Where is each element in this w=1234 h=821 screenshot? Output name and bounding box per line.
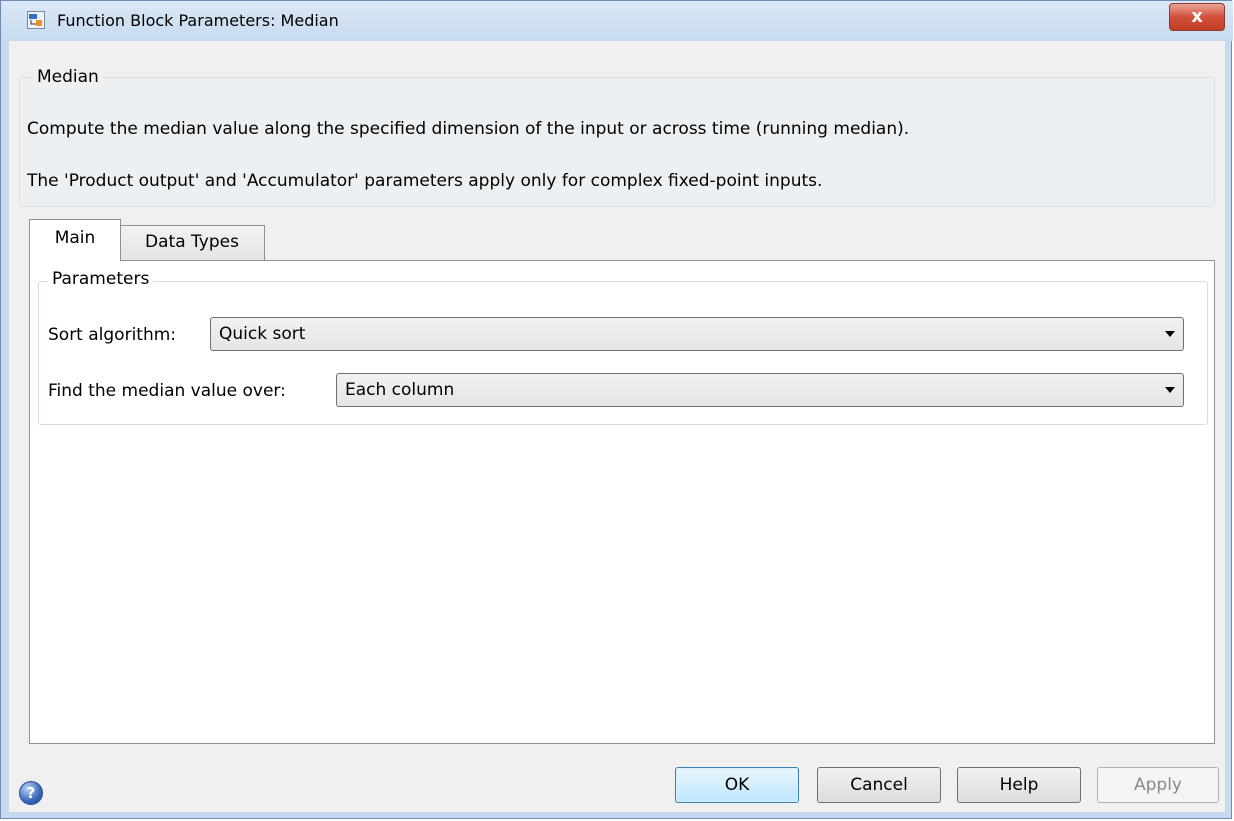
dialog-client-area: Median Compute the median value along th…: [9, 41, 1225, 812]
median-over-value: Each column: [345, 380, 455, 400]
chevron-down-icon: [1165, 331, 1175, 337]
ok-button[interactable]: OK: [675, 767, 799, 803]
simulink-block-icon: [27, 11, 45, 29]
sort-algorithm-value: Quick sort: [219, 324, 306, 344]
window-title: Function Block Parameters: Median: [57, 11, 339, 30]
main-tab-panel: Parameters Sort algorithm: Quick sort Fi…: [29, 260, 1215, 744]
help-button[interactable]: Help: [957, 767, 1081, 803]
title-bar[interactable]: Function Block Parameters: Median x: [1, 1, 1233, 41]
dialog-window: Function Block Parameters: Median x Medi…: [0, 0, 1233, 819]
description-text-2: The 'Product output' and 'Accumulator' p…: [27, 171, 823, 191]
tab-data-types[interactable]: Data Types: [119, 225, 265, 263]
sort-algorithm-label: Sort algorithm:: [48, 325, 177, 345]
sort-algorithm-dropdown[interactable]: Quick sort: [210, 317, 1184, 351]
description-group-title: Median: [33, 67, 103, 87]
close-icon: x: [1191, 6, 1203, 27]
close-button[interactable]: x: [1169, 3, 1225, 31]
tab-main[interactable]: Main: [29, 219, 121, 261]
description-text-1: Compute the median value along the speci…: [27, 119, 910, 139]
median-over-dropdown[interactable]: Each column: [336, 373, 1184, 407]
cancel-button[interactable]: Cancel: [817, 767, 941, 803]
parameters-group-title: Parameters: [48, 269, 154, 289]
median-over-label: Find the median value over:: [48, 381, 286, 401]
apply-button[interactable]: Apply: [1097, 767, 1219, 803]
help-icon[interactable]: ?: [19, 781, 43, 805]
chevron-down-icon: [1165, 387, 1175, 393]
